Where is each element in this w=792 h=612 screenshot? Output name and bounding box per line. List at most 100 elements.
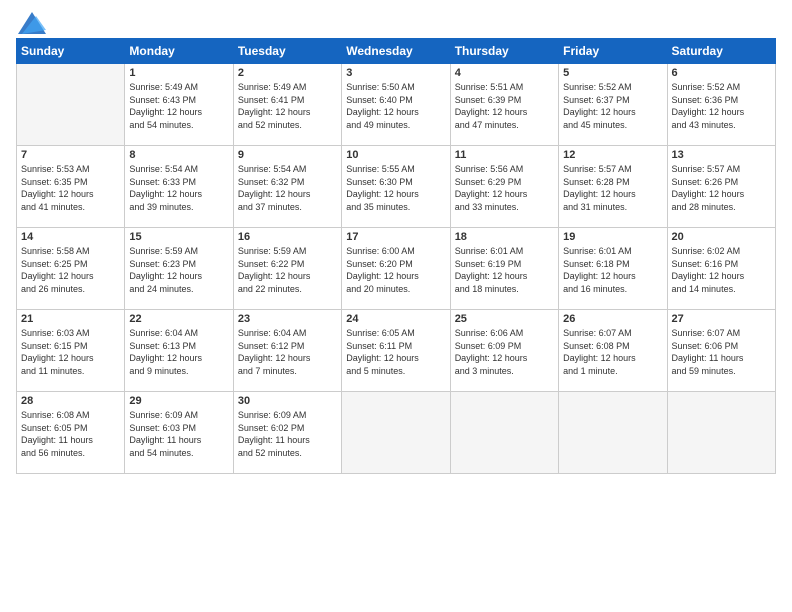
calendar-cell <box>450 392 558 474</box>
page-container: SundayMondayTuesdayWednesdayThursdayFrid… <box>0 0 792 612</box>
calendar-cell: 23 Sunrise: 6:04 AM Sunset: 6:12 PM Dayli… <box>233 310 341 392</box>
calendar-cell: 3 Sunrise: 5:50 AM Sunset: 6:40 PM Daylig… <box>342 64 450 146</box>
calendar-cell: 25Sunrise: 6:06 AM Sunset: 6:09 PM Dayli… <box>450 310 558 392</box>
calendar-week-row: 21Sunrise: 6:03 AM Sunset: 6:15 PM Dayli… <box>17 310 776 392</box>
day-number: 10 <box>346 149 445 161</box>
day-number: 11 <box>455 149 554 161</box>
calendar-week-row: 1 Sunrise: 5:49 AM Sunset: 6:43 PM Daylig… <box>17 64 776 146</box>
day-number: 23 <box>238 313 337 325</box>
calendar-header-cell: Monday <box>125 39 233 64</box>
day-number: 16 <box>238 231 337 243</box>
calendar-cell <box>342 392 450 474</box>
calendar-cell: 22Sunrise: 6:04 AM Sunset: 6:13 PM Dayli… <box>125 310 233 392</box>
day-number: 2 <box>238 67 337 79</box>
day-info: Sunrise: 5:52 AM Sunset: 6:37 PM Dayligh… <box>563 81 662 131</box>
day-number: 20 <box>672 231 771 243</box>
day-number: 5 <box>563 67 662 79</box>
day-info: Sunrise: 6:01 AM Sunset: 6:19 PM Dayligh… <box>455 245 554 295</box>
day-number: 26 <box>563 313 662 325</box>
day-number: 17 <box>346 231 445 243</box>
calendar-cell: 13 Sunrise: 5:57 AM Sunset: 6:26 PM Dayli… <box>667 146 775 228</box>
calendar-cell: 8Sunrise: 5:54 AM Sunset: 6:33 PM Daylig… <box>125 146 233 228</box>
calendar-cell: 28Sunrise: 6:08 AM Sunset: 6:05 PM Dayli… <box>17 392 125 474</box>
calendar-cell: 26 Sunrise: 6:07 AM Sunset: 6:08 PM Dayli… <box>559 310 667 392</box>
day-info: Sunrise: 6:00 AM Sunset: 6:20 PM Dayligh… <box>346 245 445 295</box>
day-number: 14 <box>21 231 120 243</box>
calendar-cell: 15 Sunrise: 5:59 AM Sunset: 6:23 PM Dayli… <box>125 228 233 310</box>
day-number: 18 <box>455 231 554 243</box>
calendar-cell: 1 Sunrise: 5:49 AM Sunset: 6:43 PM Daylig… <box>125 64 233 146</box>
day-info: Sunrise: 5:57 AM Sunset: 6:26 PM Dayligh… <box>672 163 771 213</box>
calendar-cell: 24 Sunrise: 6:05 AM Sunset: 6:11 PM Dayli… <box>342 310 450 392</box>
logo <box>16 12 46 30</box>
day-number: 1 <box>129 67 228 79</box>
day-info: Sunrise: 6:04 AM Sunset: 6:12 PM Dayligh… <box>238 327 337 377</box>
day-info: Sunrise: 6:06 AM Sunset: 6:09 PM Dayligh… <box>455 327 554 377</box>
day-number: 15 <box>129 231 228 243</box>
day-number: 29 <box>129 395 228 407</box>
day-info: Sunrise: 5:53 AM Sunset: 6:35 PM Dayligh… <box>21 163 120 213</box>
calendar-cell: 19Sunrise: 6:01 AM Sunset: 6:18 PM Dayli… <box>559 228 667 310</box>
day-info: Sunrise: 6:07 AM Sunset: 6:06 PM Dayligh… <box>672 327 771 377</box>
day-info: Sunrise: 5:59 AM Sunset: 6:23 PM Dayligh… <box>129 245 228 295</box>
calendar-header-cell: Friday <box>559 39 667 64</box>
day-number: 3 <box>346 67 445 79</box>
calendar-cell: 27 Sunrise: 6:07 AM Sunset: 6:06 PM Dayli… <box>667 310 775 392</box>
calendar-week-row: 28Sunrise: 6:08 AM Sunset: 6:05 PM Dayli… <box>17 392 776 474</box>
day-number: 7 <box>21 149 120 161</box>
day-number: 19 <box>563 231 662 243</box>
calendar-cell <box>17 64 125 146</box>
calendar-header-cell: Saturday <box>667 39 775 64</box>
day-info: Sunrise: 5:54 AM Sunset: 6:33 PM Dayligh… <box>129 163 228 213</box>
calendar-cell: 4 Sunrise: 5:51 AM Sunset: 6:39 PM Daylig… <box>450 64 558 146</box>
day-info: Sunrise: 5:49 AM Sunset: 6:41 PM Dayligh… <box>238 81 337 131</box>
day-info: Sunrise: 6:07 AM Sunset: 6:08 PM Dayligh… <box>563 327 662 377</box>
day-info: Sunrise: 6:05 AM Sunset: 6:11 PM Dayligh… <box>346 327 445 377</box>
day-info: Sunrise: 5:51 AM Sunset: 6:39 PM Dayligh… <box>455 81 554 131</box>
calendar-cell: 21Sunrise: 6:03 AM Sunset: 6:15 PM Dayli… <box>17 310 125 392</box>
day-number: 12 <box>563 149 662 161</box>
calendar-cell: 11 Sunrise: 5:56 AM Sunset: 6:29 PM Dayli… <box>450 146 558 228</box>
day-info: Sunrise: 6:09 AM Sunset: 6:03 PM Dayligh… <box>129 409 228 459</box>
day-info: Sunrise: 5:58 AM Sunset: 6:25 PM Dayligh… <box>21 245 120 295</box>
calendar-cell <box>667 392 775 474</box>
calendar-cell: 2 Sunrise: 5:49 AM Sunset: 6:41 PM Daylig… <box>233 64 341 146</box>
day-info: Sunrise: 6:04 AM Sunset: 6:13 PM Dayligh… <box>129 327 228 377</box>
calendar-header-cell: Sunday <box>17 39 125 64</box>
day-number: 4 <box>455 67 554 79</box>
day-info: Sunrise: 6:02 AM Sunset: 6:16 PM Dayligh… <box>672 245 771 295</box>
day-number: 9 <box>238 149 337 161</box>
day-info: Sunrise: 6:09 AM Sunset: 6:02 PM Dayligh… <box>238 409 337 459</box>
calendar-cell: 6Sunrise: 5:52 AM Sunset: 6:36 PM Daylig… <box>667 64 775 146</box>
calendar-cell: 10 Sunrise: 5:55 AM Sunset: 6:30 PM Dayli… <box>342 146 450 228</box>
header <box>16 12 776 30</box>
day-number: 30 <box>238 395 337 407</box>
day-info: Sunrise: 5:55 AM Sunset: 6:30 PM Dayligh… <box>346 163 445 213</box>
day-info: Sunrise: 5:50 AM Sunset: 6:40 PM Dayligh… <box>346 81 445 131</box>
day-info: Sunrise: 5:56 AM Sunset: 6:29 PM Dayligh… <box>455 163 554 213</box>
calendar-cell: 5 Sunrise: 5:52 AM Sunset: 6:37 PM Daylig… <box>559 64 667 146</box>
day-number: 13 <box>672 149 771 161</box>
day-number: 6 <box>672 67 771 79</box>
day-number: 27 <box>672 313 771 325</box>
calendar-cell: 12 Sunrise: 5:57 AM Sunset: 6:28 PM Dayli… <box>559 146 667 228</box>
calendar-cell: 14 Sunrise: 5:58 AM Sunset: 6:25 PM Dayli… <box>17 228 125 310</box>
day-info: Sunrise: 5:49 AM Sunset: 6:43 PM Dayligh… <box>129 81 228 131</box>
calendar-header-cell: Thursday <box>450 39 558 64</box>
day-number: 24 <box>346 313 445 325</box>
day-info: Sunrise: 5:57 AM Sunset: 6:28 PM Dayligh… <box>563 163 662 213</box>
calendar-body: 1 Sunrise: 5:49 AM Sunset: 6:43 PM Daylig… <box>17 64 776 474</box>
calendar-cell: 29 Sunrise: 6:09 AM Sunset: 6:03 PM Dayli… <box>125 392 233 474</box>
calendar-cell: 7 Sunrise: 5:53 AM Sunset: 6:35 PM Daylig… <box>17 146 125 228</box>
day-info: Sunrise: 5:59 AM Sunset: 6:22 PM Dayligh… <box>238 245 337 295</box>
calendar-header-row: SundayMondayTuesdayWednesdayThursdayFrid… <box>17 39 776 64</box>
calendar-cell: 18 Sunrise: 6:01 AM Sunset: 6:19 PM Dayli… <box>450 228 558 310</box>
calendar-cell: 16 Sunrise: 5:59 AM Sunset: 6:22 PM Dayli… <box>233 228 341 310</box>
day-info: Sunrise: 6:03 AM Sunset: 6:15 PM Dayligh… <box>21 327 120 377</box>
calendar-cell: 17 Sunrise: 6:00 AM Sunset: 6:20 PM Dayli… <box>342 228 450 310</box>
calendar-header-cell: Tuesday <box>233 39 341 64</box>
calendar-cell: 30 Sunrise: 6:09 AM Sunset: 6:02 PM Dayli… <box>233 392 341 474</box>
calendar-table: SundayMondayTuesdayWednesdayThursdayFrid… <box>16 38 776 474</box>
calendar-week-row: 14 Sunrise: 5:58 AM Sunset: 6:25 PM Dayli… <box>17 228 776 310</box>
calendar-cell: 20 Sunrise: 6:02 AM Sunset: 6:16 PM Dayli… <box>667 228 775 310</box>
